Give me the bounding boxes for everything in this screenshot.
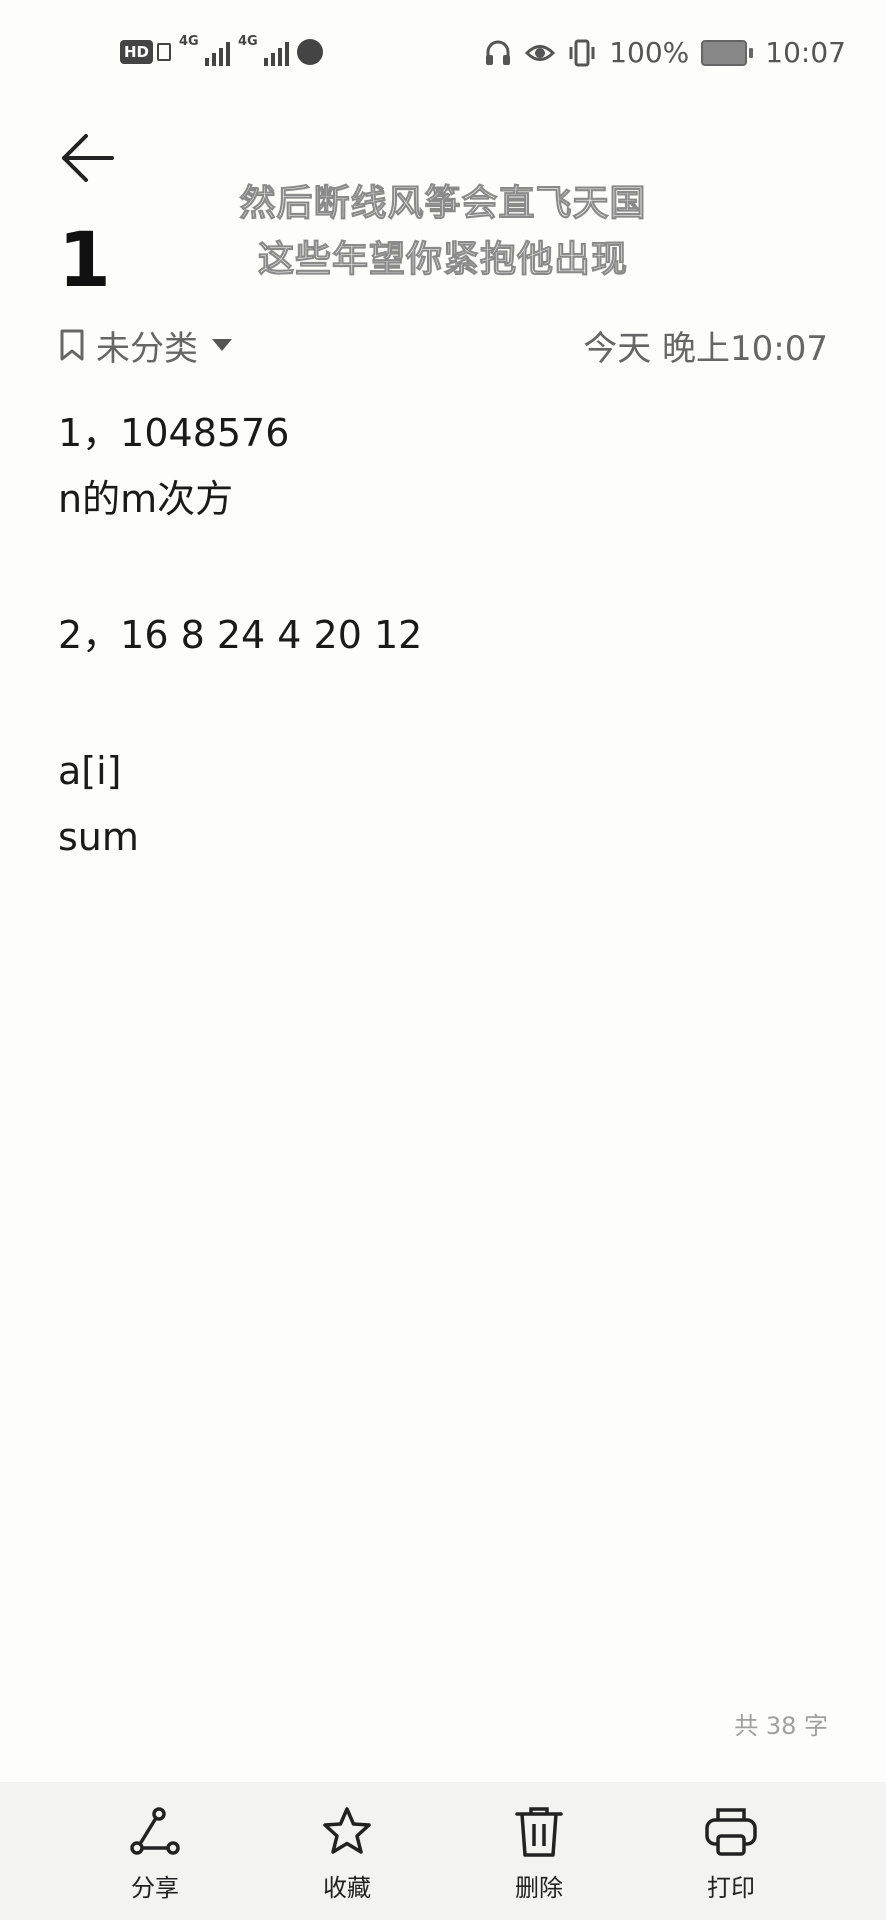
hd-badge: HD <box>120 40 154 64</box>
note-line: n的m次方 <box>58 477 234 521</box>
status-bar: HD 4G 4G 100% 10:07 <box>0 0 886 108</box>
signal-icon-2: 4G <box>238 34 290 66</box>
delete-label: 删除 <box>515 1874 563 1902</box>
share-label: 分享 <box>131 1874 179 1902</box>
note-timestamp: 今天 晚上10:07 <box>583 328 828 369</box>
lyrics-line-1: 然后断线风筝会直飞天国 <box>239 183 647 225</box>
note-meta: 未分类 今天 晚上10:07 <box>58 320 828 370</box>
battery-icon <box>701 39 754 66</box>
caret-down-icon <box>212 339 232 351</box>
share-icon <box>127 1804 183 1860</box>
note-title[interactable]: 1 <box>58 222 111 298</box>
status-time: 10:07 <box>765 36 846 69</box>
status-right: 100% 10:07 <box>483 36 846 69</box>
sim-lock-icon <box>157 43 172 61</box>
status-left: HD 4G 4G <box>120 34 324 66</box>
headphones-icon <box>483 38 513 68</box>
note-body[interactable]: 1，1048576 n的m次方 2，16 8 24 4 20 12 a[i] s… <box>58 408 828 878</box>
note-line <box>58 540 828 610</box>
note-line: 1，1048576 <box>58 411 290 455</box>
battery-percent: 100% <box>609 36 690 69</box>
note-line: sum <box>58 815 139 859</box>
bookmark-icon <box>60 329 84 361</box>
print-button[interactable]: 打印 <box>635 1782 827 1920</box>
favorite-button[interactable]: 收藏 <box>251 1782 443 1920</box>
category-selector[interactable]: 未分类 <box>58 321 232 370</box>
category-label: 未分类 <box>96 328 198 369</box>
eye-icon <box>525 42 556 64</box>
trash-icon <box>511 1804 567 1860</box>
bottom-toolbar: 分享 收藏 删除 打印 <box>0 1782 886 1920</box>
star-icon <box>319 1804 375 1860</box>
vibrate-icon <box>567 38 597 68</box>
delete-button[interactable]: 删除 <box>443 1782 635 1920</box>
favorite-label: 收藏 <box>323 1874 371 1902</box>
note-line: 2，16 8 24 4 20 12 <box>58 613 423 657</box>
word-count: 共 38 字 <box>734 1712 828 1740</box>
signal-tag-2: 4G <box>238 34 258 49</box>
globe-icon <box>297 39 324 65</box>
share-button[interactable]: 分享 <box>59 1782 251 1920</box>
signal-icon: 4G <box>179 34 231 66</box>
printer-icon <box>703 1804 759 1860</box>
note-line <box>58 676 828 746</box>
signal-tag: 4G <box>179 34 199 49</box>
print-label: 打印 <box>707 1874 755 1902</box>
note-line: a[i] <box>58 749 122 793</box>
lyrics-line-2: 这些年望你紧抱他出现 <box>257 239 628 281</box>
